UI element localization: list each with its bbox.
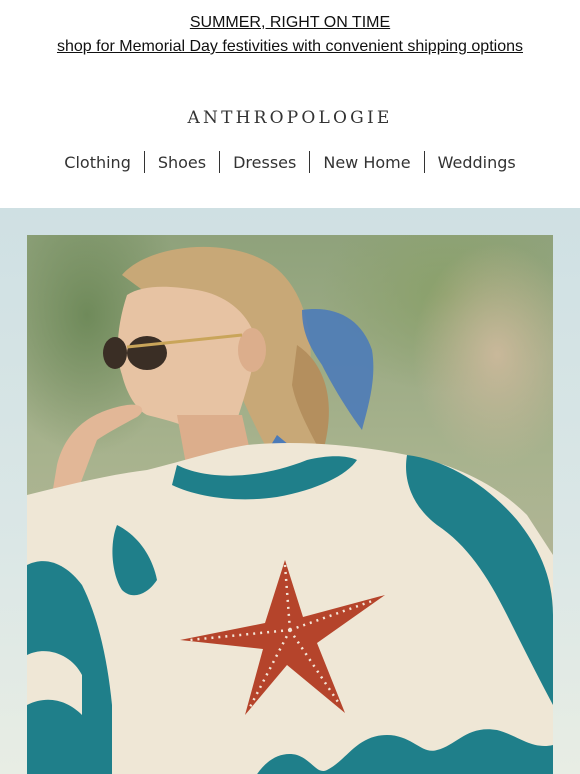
nav-item-clothing[interactable]: Clothing (51, 153, 144, 172)
nav-item-new-home[interactable]: New Home (310, 153, 423, 172)
promo-subtitle-link[interactable]: shop for Memorial Day festivities with c… (57, 38, 523, 55)
category-nav: Clothing Shoes Dresses New Home Weddings (0, 151, 580, 173)
nav-item-weddings[interactable]: Weddings (425, 153, 529, 172)
promo-subtitle: shop for Memorial Day festivities with c… (0, 38, 580, 56)
promo-title: SUMMER, RIGHT ON TIME (0, 14, 580, 32)
promo-title-link[interactable]: SUMMER, RIGHT ON TIME (190, 14, 390, 31)
nav-item-shoes[interactable]: Shoes (145, 153, 219, 172)
hero-banner[interactable] (0, 208, 580, 774)
brand-logo[interactable]: ANTHROPOLOGIE (0, 108, 580, 128)
hero-photo[interactable] (27, 235, 553, 774)
hero-illustration (27, 246, 553, 774)
nav-item-dresses[interactable]: Dresses (220, 153, 309, 172)
